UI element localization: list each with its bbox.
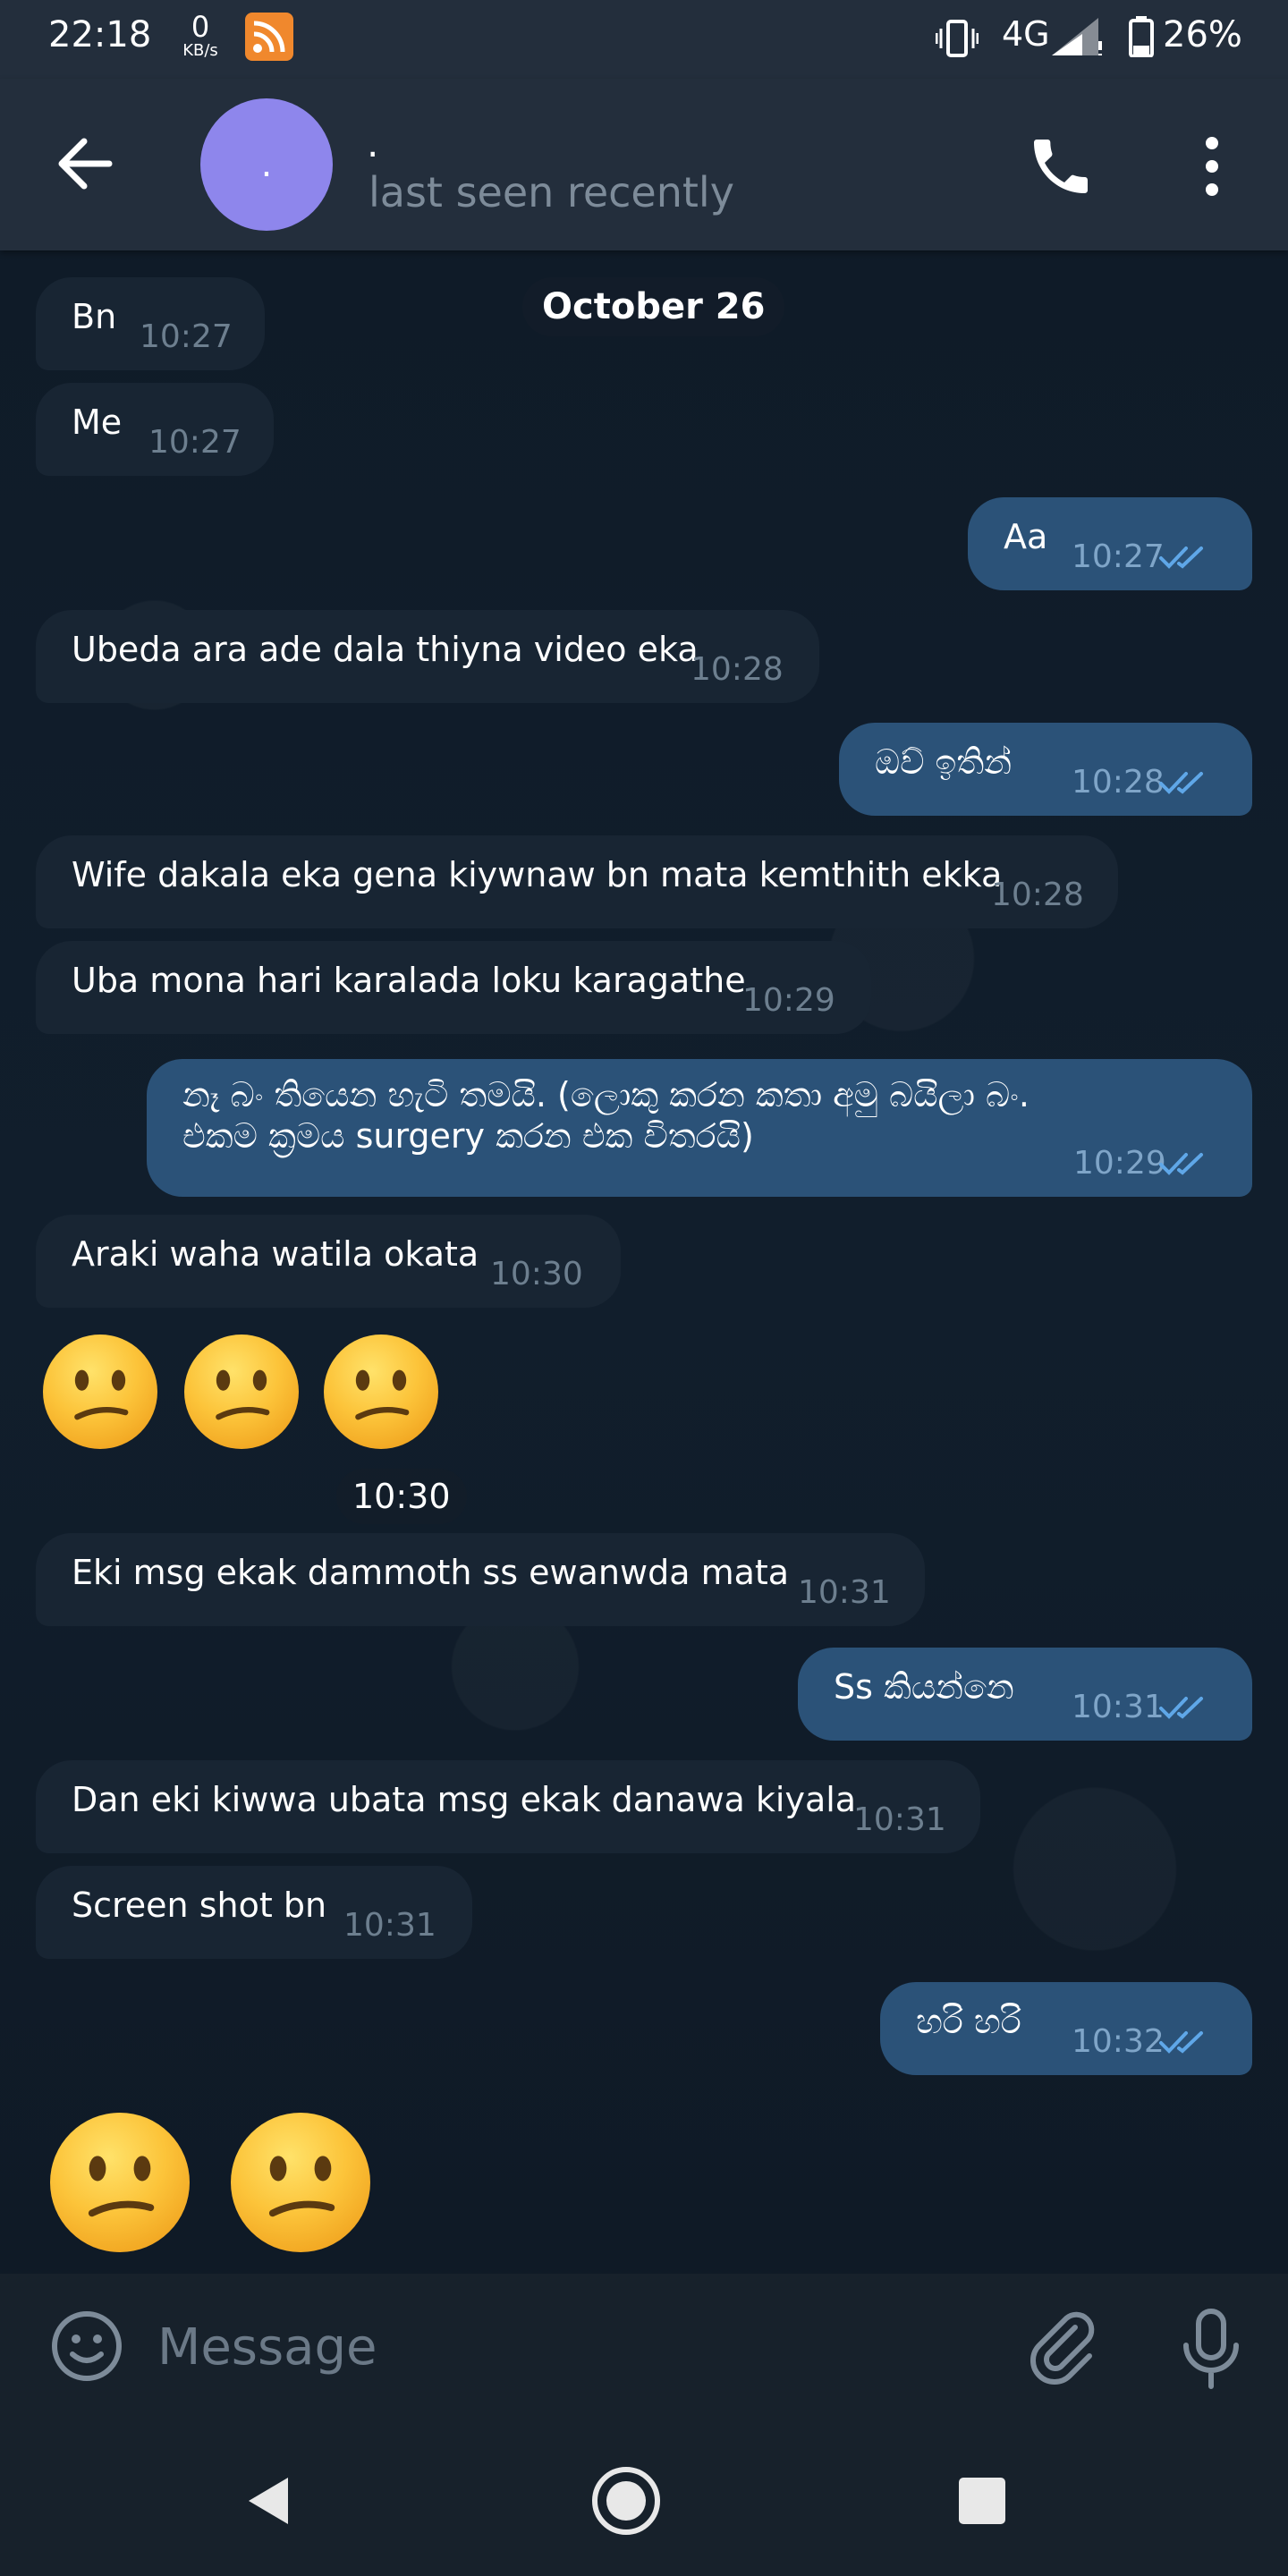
message-time: 10:28 [1072,763,1165,801]
message-time: 10:31 [343,1906,436,1944]
back-arrow-icon [58,138,113,190]
message-bubble-outgoing[interactable]: හරි හරි 10:32 [880,1982,1252,2075]
message-text: Bn [72,297,117,336]
message-text-line: එකම ක්‍රමය surgery කරන එක විතරයි) [182,1115,754,1156]
message-text: හරි හරි [916,2002,1021,2041]
network-type: 4G [1002,14,1050,54]
message-text: නෑ බං තියෙන හැටි තමයි. (ලොකු කරන කතා අමු… [182,1075,1030,1157]
battery-icon [1129,16,1154,61]
attach-button[interactable] [1023,2306,1104,2386]
rss-icon [245,13,293,61]
message-bubble-outgoing[interactable]: ඔව් ඉතින් 10:28 [839,723,1252,816]
message-bubble-incoming[interactable]: Bn 10:27 [36,277,265,370]
net-speed-unit: KB/s [182,41,218,60]
message-text: Screen shot bn [72,1885,327,1925]
message-text: Araki waha watila okata [72,1234,479,1274]
double-check-icon [1159,1153,1203,1175]
message-time: 10:27 [1072,538,1165,575]
message-text: Uba mona hari karalada loku karagathe [72,961,746,1000]
call-button[interactable] [1025,131,1097,202]
phone-icon [1034,140,1088,193]
nav-back-button[interactable] [240,2472,297,2529]
message-time: 10:27 [140,318,233,355]
double-check-icon [1159,772,1203,794]
chat-title[interactable]: . [367,122,378,165]
nav-recents-button[interactable] [957,2476,1007,2526]
avatar[interactable]: . [200,98,333,231]
confused-face-emoji[interactable] [43,1335,157,1449]
message-bubble-incoming[interactable]: Me 10:27 [36,383,274,476]
message-text: Aa [1004,517,1048,556]
confused-face-emoji[interactable] [324,1335,438,1449]
microphone-icon [1183,2309,1239,2389]
confused-face-emoji[interactable] [231,2113,370,2252]
double-check-icon [1159,1697,1203,1719]
message-text: Dan eki kiwwa ubata msg ekak danawa kiya… [72,1780,857,1819]
message-text-line: නෑ බං තියෙන හැටි තමයි. (ලොකු කරන කතා අමු… [182,1075,1030,1114]
last-seen-status: last seen recently [369,168,734,216]
status-bar: 22:18 0 KB/s 4G 26% [0,0,1288,79]
emoji-button[interactable] [48,2308,125,2385]
message-bubble-outgoing[interactable]: Aa 10:27 [968,497,1252,590]
double-check-icon [1159,2031,1203,2054]
net-speed: 0 KB/s [175,13,225,61]
message-time: 10:31 [853,1801,946,1838]
home-circle-icon [592,2467,660,2535]
message-bubble-outgoing[interactable]: Ss කියන්නෙ 10:31 [798,1648,1252,1741]
system-navigation-bar [0,2426,1288,2576]
message-list[interactable]: October 26 Bn 10:27 Me 10:27 Aa 10:27 Ub… [0,250,1288,2274]
battery-percent: 26% [1163,14,1242,55]
confused-face-emoji[interactable] [50,2113,190,2252]
more-options-button[interactable] [1190,131,1234,202]
message-bubble-incoming[interactable]: Uba mona hari karalada loku karagathe 10… [36,941,871,1034]
chat-header: . . last seen recently [0,79,1288,250]
message-time: 10:29 [742,981,835,1019]
back-button[interactable] [47,123,127,204]
message-text: Me [72,402,123,442]
message-time: 10:32 [1072,2022,1165,2060]
message-time: 10:30 [336,1469,467,1524]
square-recents-icon [959,2478,1005,2524]
confused-face-emoji[interactable] [184,1335,299,1449]
message-time: 10:27 [148,423,242,461]
message-time: 10:28 [691,650,784,688]
message-bubble-outgoing[interactable]: නෑ බං තියෙන හැටි තමයි. (ලොකු කරන කතා අමු… [147,1059,1252,1197]
message-bubble-incoming[interactable]: Eki msg ekak dammoth ss ewanwda mata 10:… [36,1533,925,1626]
triangle-back-icon [249,2478,288,2524]
message-text: Ss කියන්නෙ [834,1667,1014,1707]
status-time: 22:18 [48,14,152,55]
message-text: ඔව් ඉතින් [875,742,1013,782]
date-separator: October 26 [522,277,785,336]
double-check-icon [1159,547,1203,569]
more-vert-icon [1206,137,1218,196]
message-bubble-incoming[interactable]: Dan eki kiwwa ubata msg ekak danawa kiya… [36,1760,980,1853]
message-time: 10:28 [991,876,1084,913]
vibrate-icon [935,18,979,63]
signal-icon [1048,14,1104,61]
message-time: 10:29 [1073,1144,1166,1182]
nav-home-button[interactable] [590,2465,662,2537]
smile-icon [52,2311,122,2381]
message-bubble-incoming[interactable]: Araki waha watila okata 10:30 [36,1215,621,1308]
message-bubble-incoming[interactable]: Wife dakala eka gena kiywnaw bn mata kem… [36,835,1118,928]
message-text: Wife dakala eka gena kiywnaw bn mata kem… [72,855,1003,894]
message-time: 10:30 [490,1255,583,1292]
message-time: 10:31 [1072,1688,1165,1725]
message-text: Eki msg ekak dammoth ss ewanwda mata [72,1553,790,1592]
message-bubble-incoming[interactable]: Ubeda ara ade dala thiyna video eka 10:2… [36,610,819,703]
message-input[interactable] [157,2309,962,2385]
voice-message-button[interactable] [1175,2304,1247,2394]
message-text: Ubeda ara ade dala thiyna video eka [72,630,699,669]
message-time: 10:31 [798,1573,891,1611]
paperclip-icon [1030,2311,1095,2385]
message-bubble-incoming[interactable]: Screen shot bn 10:31 [36,1866,472,1959]
net-speed-value: 0 [191,10,210,44]
message-composer [0,2274,1288,2426]
